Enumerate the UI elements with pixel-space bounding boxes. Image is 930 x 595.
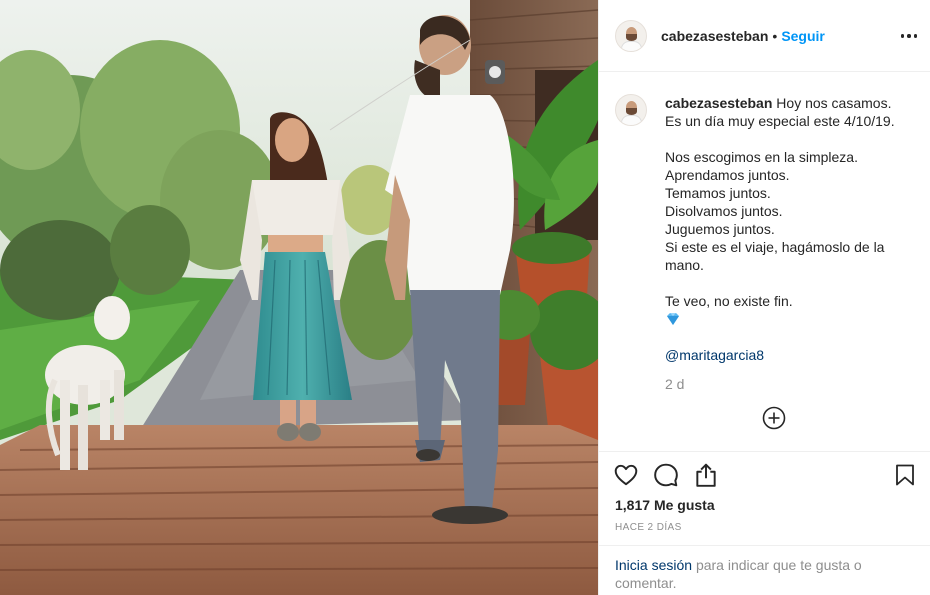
header-separator: • (772, 27, 778, 44)
comment-icon[interactable] (653, 462, 679, 488)
post-side-panel: cabezasesteban • Seguir cabezasesteban H… (598, 0, 930, 595)
likes-count[interactable]: 1,817 Me gusta (615, 497, 715, 513)
caption-line: Nos escogimos en la simpleza. (665, 149, 858, 165)
login-prompt: Inicia sesión para indicar que te gusta … (599, 545, 930, 595)
caption-author-avatar[interactable] (615, 94, 647, 126)
caption-username[interactable]: cabezasesteban (665, 95, 772, 111)
mention-link[interactable]: @maritagarcia8 (665, 346, 915, 364)
post-photo[interactable] (0, 0, 598, 595)
post-header: cabezasesteban • Seguir (599, 0, 930, 72)
caption-line: Es un día muy especial este 4/10/19. (665, 113, 895, 129)
heart-icon[interactable] (613, 462, 639, 488)
likes-label: Me gusta (653, 497, 715, 513)
caption-line: Hoy nos casamos. (776, 95, 892, 111)
caption-text: cabezasesteban Hoy nos casamos. Es un dí… (665, 94, 915, 364)
likes-number: 1,817 (615, 497, 651, 513)
follow-button[interactable]: Seguir (781, 28, 825, 44)
more-horizontal-icon[interactable] (899, 26, 919, 46)
caption-line: Te veo, no existe fin. (665, 293, 793, 309)
caption-age: 2 d (665, 376, 685, 392)
instagram-post: cabezasesteban • Seguir cabezasesteban H… (0, 0, 930, 595)
bookmark-icon[interactable] (893, 462, 917, 488)
share-icon[interactable] (693, 462, 719, 488)
author-username[interactable]: cabezasesteban (661, 28, 768, 44)
wedding-photo-illustration (0, 0, 598, 595)
caption-line: Juguemos juntos. (665, 221, 775, 237)
author-avatar[interactable] (615, 19, 647, 52)
load-more-comments-icon[interactable] (762, 406, 786, 430)
caption-line: Temamos juntos. (665, 185, 771, 201)
caption-line: Disolvamos juntos. (665, 203, 783, 219)
login-link[interactable]: Inicia sesión (615, 557, 692, 573)
caption-line: Si este es el viaje, hagámoslo de la man… (665, 239, 885, 273)
post-timestamp: HACE 2 DÍAS (615, 522, 682, 533)
post-caption: cabezasesteban Hoy nos casamos. Es un dí… (615, 94, 915, 392)
caption-line: Aprendamos juntos. (665, 167, 790, 183)
blue-diamond-icon (665, 310, 915, 328)
action-icons-row (613, 462, 917, 490)
